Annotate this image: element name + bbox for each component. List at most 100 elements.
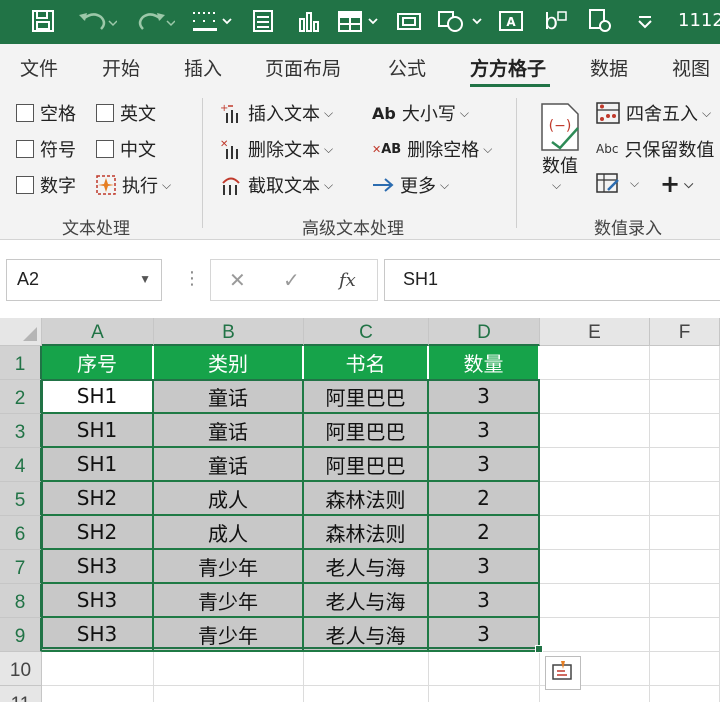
row-header-10[interactable]: 10 [0, 652, 42, 686]
table-cell-category[interactable]: 童话 [154, 380, 304, 414]
row-header-5[interactable]: 5 [0, 482, 42, 516]
table-cell-book[interactable]: 老人与海 [304, 584, 429, 618]
empty-cell[interactable] [650, 482, 720, 516]
table-cell-book[interactable]: 老人与海 [304, 618, 429, 652]
column-header-d[interactable]: D [429, 318, 540, 346]
empty-cell[interactable] [540, 550, 650, 584]
table-cell-quantity[interactable]: 3 [429, 584, 540, 618]
empty-cell[interactable] [650, 380, 720, 414]
checkbox-number[interactable]: 数字 [16, 172, 76, 198]
table-cell-category[interactable]: 青少年 [154, 618, 304, 652]
letter-format-icon[interactable]: b [540, 6, 570, 36]
row-header-7[interactable]: 7 [0, 550, 42, 584]
table-cell-quantity[interactable]: 2 [429, 482, 540, 516]
empty-cell[interactable] [650, 346, 720, 380]
table-cell-index[interactable]: SH1 [42, 448, 154, 482]
select-all-corner[interactable] [0, 318, 42, 346]
fill-form-button[interactable]: ⌵ [596, 172, 639, 194]
execute-button[interactable]: 执行 ⌵ [96, 172, 171, 198]
table-cell-category[interactable]: 成人 [154, 516, 304, 550]
painter-icon[interactable] [584, 6, 614, 36]
empty-cell[interactable] [650, 516, 720, 550]
tab-view[interactable]: 视图 [672, 54, 710, 81]
table-cell-quantity[interactable]: 2 [429, 516, 540, 550]
tab-page-layout[interactable]: 页面布局 [265, 54, 341, 81]
row-header-8[interactable]: 8 [0, 584, 42, 618]
table-cell-quantity[interactable]: 3 [429, 618, 540, 652]
row-header-2[interactable]: 2 [0, 380, 42, 414]
empty-cell[interactable] [154, 652, 304, 686]
empty-cell[interactable] [540, 346, 650, 380]
form-icon[interactable] [248, 6, 278, 36]
redo-icon[interactable] [132, 6, 178, 36]
row-header-3[interactable]: 3 [0, 414, 42, 448]
column-header-f[interactable]: F [650, 318, 720, 346]
formula-input[interactable]: SH1 [384, 259, 720, 301]
row-header-6[interactable]: 6 [0, 516, 42, 550]
undo-icon[interactable] [74, 6, 120, 36]
table-cell-quantity[interactable]: 3 [429, 414, 540, 448]
table-cell-book[interactable]: 森林法则 [304, 482, 429, 516]
empty-cell[interactable] [650, 652, 720, 686]
empty-cell[interactable] [650, 618, 720, 652]
table-cell-category[interactable]: 青少年 [154, 550, 304, 584]
qat-more-icon[interactable] [630, 6, 660, 36]
row-header-9[interactable]: 9 [0, 618, 42, 652]
table-cell-book[interactable]: 阿里巴巴 [304, 448, 429, 482]
table-cell-book[interactable]: 森林法则 [304, 516, 429, 550]
camera-icon[interactable] [394, 6, 424, 36]
row-header-4[interactable]: 4 [0, 448, 42, 482]
tab-file[interactable]: 文件 [20, 54, 58, 81]
chevron-down-icon[interactable]: ▼ [139, 272, 151, 286]
table-cell-category[interactable]: 青少年 [154, 584, 304, 618]
empty-cell[interactable] [540, 516, 650, 550]
more-button[interactable]: 更多 ⌵ [372, 172, 449, 198]
active-cell[interactable]: SH1 [42, 380, 154, 414]
keep-values-button[interactable]: Abc 只保留数值 [596, 136, 714, 162]
table-cell-category[interactable]: 童话 [154, 448, 304, 482]
column-header-b[interactable]: B [154, 318, 304, 346]
header-cell-book[interactable]: 书名 [304, 346, 429, 380]
table-icon[interactable] [336, 6, 382, 36]
add-button[interactable]: + ⌵ [660, 170, 693, 198]
formula-bar-grip-icon[interactable]: ⋮ [183, 268, 201, 289]
case-button[interactable]: Ab 大小写 ⌵ [372, 100, 469, 126]
empty-cell[interactable] [540, 448, 650, 482]
table-cell-index[interactable]: SH1 [42, 414, 154, 448]
empty-cell[interactable] [650, 550, 720, 584]
table-cell-index[interactable]: SH2 [42, 482, 154, 516]
row-header-11[interactable]: 11 [0, 686, 42, 702]
empty-cell[interactable] [304, 686, 429, 702]
textbox-icon[interactable]: A [496, 6, 526, 36]
tab-home[interactable]: 开始 [102, 54, 140, 81]
cancel-icon[interactable]: ✕ [229, 268, 246, 292]
extract-text-button[interactable]: 截取文本 ⌵ [220, 172, 333, 198]
empty-cell[interactable] [540, 414, 650, 448]
empty-cell[interactable] [650, 584, 720, 618]
row-header-1[interactable]: 1 [0, 346, 42, 380]
empty-cell[interactable] [650, 448, 720, 482]
table-cell-book[interactable]: 老人与海 [304, 550, 429, 584]
table-cell-index[interactable]: SH2 [42, 516, 154, 550]
tab-formulas[interactable]: 公式 [388, 54, 426, 81]
empty-cell[interactable] [42, 686, 154, 702]
shape-icon[interactable] [436, 6, 486, 36]
table-cell-index[interactable]: SH3 [42, 550, 154, 584]
table-cell-category[interactable]: 成人 [154, 482, 304, 516]
empty-cell[interactable] [540, 618, 650, 652]
tab-data[interactable]: 数据 [590, 54, 628, 81]
table-cell-book[interactable]: 阿里巴巴 [304, 414, 429, 448]
column-header-a[interactable]: A [42, 318, 154, 346]
empty-cell[interactable] [650, 686, 720, 702]
save-icon[interactable] [28, 6, 58, 36]
empty-cell[interactable] [304, 652, 429, 686]
checkbox-english[interactable]: 英文 [96, 100, 156, 126]
confirm-icon[interactable]: ✓ [283, 268, 300, 292]
round-button[interactable]: 四舍五入 ⌵ [596, 100, 711, 126]
empty-cell[interactable] [429, 686, 540, 702]
tab-fangfanggezi[interactable]: 方方格子 [470, 54, 546, 81]
border-icon[interactable] [190, 6, 236, 36]
insert-function-icon[interactable]: fx [339, 270, 356, 291]
table-cell-index[interactable]: SH3 [42, 618, 154, 652]
table-cell-category[interactable]: 童话 [154, 414, 304, 448]
